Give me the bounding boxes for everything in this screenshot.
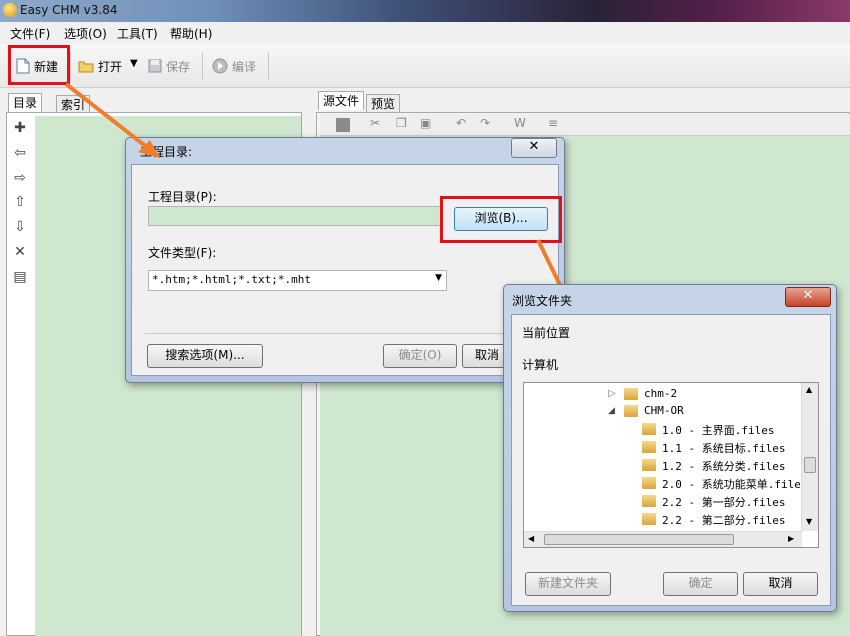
expand-icon[interactable]: ▷ [608,388,616,399]
project-dir-label: 工程目录(P): [148,190,217,204]
chevron-down-icon: ▼ [435,273,442,283]
toolbar-separator [268,52,269,80]
tree-item[interactable]: 1.2 - 系统分类.files [662,458,785,474]
file-type-label: 文件类型(F): [148,246,217,260]
word-wrap-icon[interactable]: W [514,116,526,130]
scroll-left-icon[interactable]: ◀ [528,534,534,543]
project-ok-button[interactable]: 确定(O) [383,344,457,368]
delete-icon[interactable]: ✕ [12,244,28,260]
compile-button-label: 编译 [232,59,257,74]
open-button-label: 打开 [98,59,123,74]
folder-icon [642,459,656,471]
menu-options[interactable]: 选项(O) [64,25,107,42]
move-left-icon[interactable]: ⇦ [12,145,28,161]
vertical-scrollbar[interactable]: ▲ ▼ [801,383,818,531]
move-right-icon[interactable]: ⇨ [12,170,28,186]
properties-icon[interactable]: ▤ [12,269,28,285]
redo-icon[interactable]: ↷ [480,116,490,130]
computer-label: 计算机 [522,358,559,372]
tab-source[interactable]: 源文件 [318,91,365,110]
tree-item[interactable]: 2.2 - 第二部分.files [662,512,785,528]
folder-icon [642,441,656,453]
copy-icon[interactable]: ❐ [396,116,407,130]
folder-icon [642,423,656,435]
undo-icon[interactable]: ↶ [456,116,466,130]
folder-icon [624,388,638,400]
tree-item-chm-or[interactable]: CHM-OR [644,404,684,417]
file-type-select[interactable]: *.htm;*.html;*.txt;*.mht ▼ [148,270,447,291]
folder-icon [624,405,638,417]
open-button[interactable]: 打开 [78,54,122,78]
current-location-label: 当前位置 [522,326,571,340]
browse-cancel-button[interactable]: 取消 [743,572,818,596]
scroll-right-icon[interactable]: ▶ [788,534,794,543]
move-down-icon[interactable]: ⇩ [12,219,28,235]
app-icon [3,3,17,17]
tree-item[interactable]: 1.1 - 系统目标.files [662,440,785,456]
folder-icon [642,513,656,525]
save-button[interactable]: 保存 [148,54,190,78]
scroll-up-icon[interactable]: ▲ [806,385,812,394]
tree-item[interactable]: 2.2 - 第一部分.files [662,494,785,510]
title-bar [0,0,850,22]
highlight-new-button [8,45,70,85]
folder-icon [642,477,656,489]
search-options-button[interactable]: 搜索选项(M)... [147,344,263,368]
stop-icon[interactable] [336,118,350,132]
file-type-value: *.htm;*.html;*.txt;*.mht [152,273,311,286]
annotation-arrow-icon [64,82,160,158]
move-up-icon[interactable]: ⇧ [12,194,28,210]
open-dropdown-icon[interactable]: ▼ [130,58,138,69]
compile-icon [212,58,228,74]
add-item-icon[interactable]: ✚ [12,120,28,136]
new-folder-button[interactable]: 新建文件夹 [525,572,611,596]
toolbar-separator [70,52,71,80]
menu-file[interactable]: 文件(F) [10,25,50,42]
cut-icon[interactable]: ✂ [370,116,380,130]
save-button-label: 保存 [166,59,191,74]
open-folder-icon [78,61,94,73]
folder-icon [642,495,656,507]
tree-item[interactable]: 2.0 - 系统功能菜单.file [662,476,800,492]
browse-dialog-close-button[interactable]: ✕ [785,287,831,307]
horizontal-scroll-thumb[interactable] [544,534,734,545]
tree-item[interactable]: 1.0 - 主界面.files [662,422,774,438]
menu-bar: 文件(F) 选项(O) 工具(T) 帮助(H) [0,22,850,44]
menu-help[interactable]: 帮助(H) [170,25,212,42]
project-dialog-close-button[interactable]: ✕ [511,138,557,158]
menu-tools[interactable]: 工具(T) [117,25,158,42]
scroll-down-icon[interactable]: ▼ [806,517,812,526]
paste-icon[interactable]: ▣ [420,116,431,130]
dialog-divider [145,333,559,334]
toolbar-separator [202,52,203,80]
project-dir-input[interactable] [148,206,442,226]
tab-contents[interactable]: 目录 [8,93,43,112]
vertical-scroll-thumb[interactable] [804,457,816,473]
editor-toolbar: ✂ ❐ ▣ ↶ ↷ W ≡ [320,114,850,136]
horizontal-scrollbar[interactable]: ◀ ▶ [524,531,802,547]
compile-button[interactable]: 编译 [212,54,256,78]
browse-dialog-title: 浏览文件夹 [512,294,573,308]
format-icon[interactable]: ≡ [548,116,558,130]
browse-ok-button[interactable]: 确定 [663,572,738,596]
save-icon [148,59,162,73]
collapse-icon[interactable]: ◢ [608,406,615,416]
app-title: Easy CHM v3.84 [20,3,118,17]
tree-item-chm-2[interactable]: chm-2 [644,387,677,400]
tab-preview[interactable]: 预览 [366,94,401,113]
